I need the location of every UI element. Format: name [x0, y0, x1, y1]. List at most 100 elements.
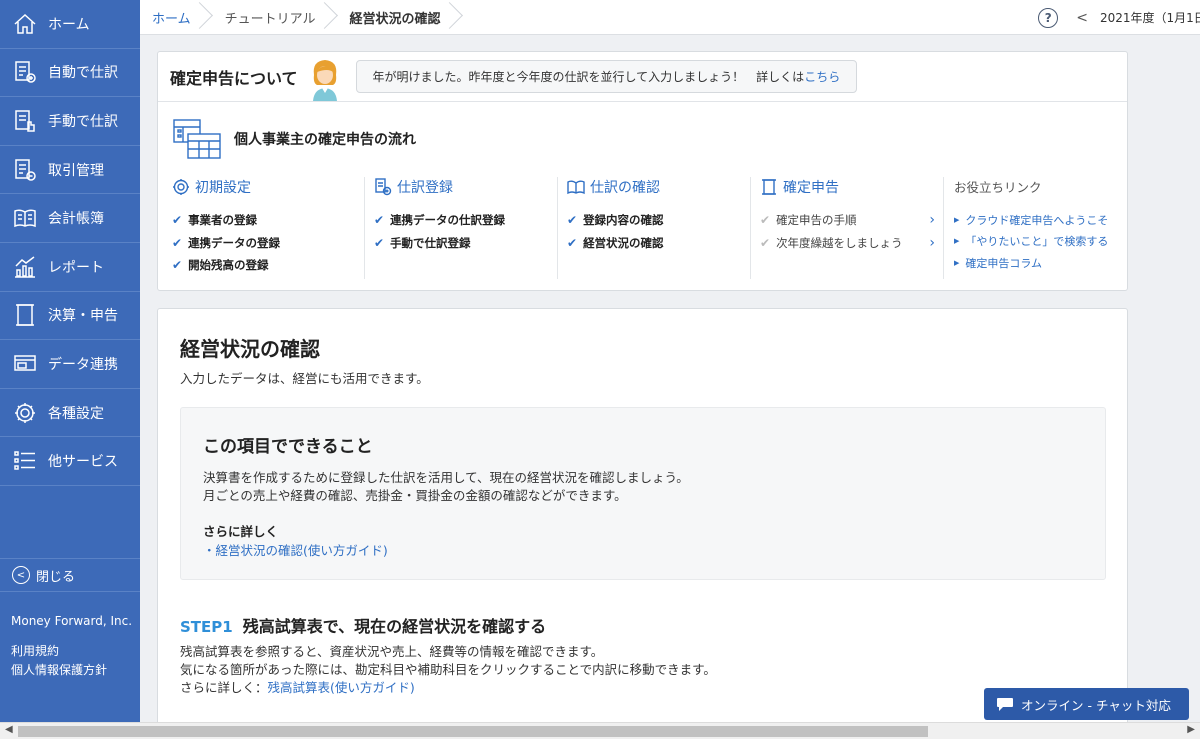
useful-links-title: お役立ちリンク [954, 180, 1042, 195]
prev-year-chevron-icon[interactable]: < [1076, 10, 1088, 26]
scroll-left-icon[interactable]: ◀ [5, 724, 13, 735]
chevron-right-icon: › [929, 212, 935, 229]
task-label: 次年度繰越をしましょう [776, 235, 903, 250]
sidebar-item-data-link[interactable]: データ連携 [0, 340, 140, 389]
flow-title: 個人事業主の確定申告の流れ [234, 132, 416, 148]
sidebar-close-button[interactable]: < 閉じる [0, 558, 140, 592]
book-icon [11, 204, 39, 232]
about-header: 確定申告について 年が明けました。昨年度と今年度の仕訳を並行して入力しましょう！… [158, 52, 1127, 102]
top-bar: ホーム チュートリアル 経営状況の確認 ? < 2021年度（1月1日 [140, 0, 1200, 35]
box-description: 決算書を作成するために登録した仕訳を活用して、現在の経営状況を確認しましょう。 … [203, 469, 689, 505]
sidebar-item-report[interactable]: レポート [0, 243, 140, 292]
check-icon: ✔ [172, 235, 183, 250]
business-status-card: 経営状況の確認 入力したデータは、経営にも活用できます。 この項目でできること … [157, 308, 1128, 739]
flow-column-journal-entry: 仕訳登録 ✔ 連携データの仕訳登録 ✔ 手動で仕訳登録 [365, 177, 558, 279]
check-icon: ✔ [374, 213, 385, 228]
step-line: 残高試算表を参照すると、資産状況や売上、経費等の情報を確認できます。 [180, 644, 604, 659]
sidebar-item-label: ホーム [48, 16, 90, 33]
sidebar-item-settings[interactable]: 各種設定 [0, 389, 140, 438]
column-title-text: 初期設定 [195, 180, 251, 196]
sidebar-item-books[interactable]: 会計帳簿 [0, 194, 140, 243]
step-line: 気になる箇所があった際には、勘定科目や補助科目をクリックすることで内訳に移動でき… [180, 662, 716, 677]
sidebar-item-label: レポート [48, 259, 104, 276]
page-subtitle: 入力したデータは、経営にも活用できます。 [180, 371, 429, 386]
task-label: 経営状況の確認 [583, 235, 664, 250]
task-label: 開始残高の登録 [188, 258, 269, 273]
fiscal-year-label[interactable]: 2021年度（1月1日 [1100, 9, 1200, 26]
task-item[interactable]: ✔ 連携データの仕訳登録 [374, 209, 549, 232]
check-icon: ✔ [760, 213, 771, 228]
task-item[interactable]: ✔ 連携データの登録 [172, 232, 356, 255]
sidebar-item-label: 会計帳簿 [48, 211, 104, 228]
chat-bubble-icon [997, 698, 1013, 711]
tax-return-about-card: 確定申告について 年が明けました。昨年度と今年度の仕訳を並行して入力しましょう！… [157, 51, 1128, 291]
column-title-text: 仕訳の確認 [590, 180, 660, 196]
horizontal-scrollbar[interactable]: ◀ ▶ [0, 722, 1200, 739]
page-title: 経営状況の確認 [180, 337, 320, 361]
gear-icon [173, 179, 189, 195]
book-icon [567, 180, 585, 195]
task-label: 連携データの登録 [188, 235, 281, 250]
terms-link[interactable]: 利用規約 [11, 642, 107, 661]
box-title: この項目でできること [203, 437, 373, 457]
flow-table-icon [173, 119, 221, 159]
useful-link[interactable]: ▶ クラウド確定申告へようこそ [954, 209, 1124, 231]
guide-link[interactable]: ・経営状況の確認(使い方ガイド) [203, 540, 388, 559]
task-item[interactable]: ✔ 経営状況の確認 [567, 232, 742, 255]
transaction-icon [11, 156, 39, 184]
column-title: 仕訳登録 [374, 177, 549, 197]
help-icon[interactable]: ? [1038, 7, 1059, 28]
useful-link[interactable]: ▶ 「やりたいこと」で検索する [954, 231, 1124, 253]
useful-link[interactable]: ▶ 確定申告コラム [954, 252, 1124, 274]
task-item[interactable]: ✔ 確定申告の手順 › [760, 209, 935, 232]
column-title-text: 仕訳登録 [397, 180, 453, 196]
flow-header: 個人事業主の確定申告の流れ [172, 118, 416, 160]
sidebar-item-home[interactable]: ホーム [0, 0, 140, 49]
task-label: 手動で仕訳登録 [390, 235, 471, 250]
sidebar-item-other-services[interactable]: 他サービス [0, 437, 140, 486]
trial-balance-guide-link[interactable]: 残高試算表(使い方ガイド) [268, 680, 415, 695]
task-item[interactable]: ✔ 登録内容の確認 [567, 209, 742, 232]
scrollbar-thumb[interactable] [18, 726, 928, 737]
breadcrumb-current: 経営状況の確認 [338, 0, 463, 35]
check-icon: ✔ [760, 235, 771, 250]
breadcrumb-tutorial[interactable]: チュートリアル [213, 0, 338, 35]
task-item[interactable]: ✔ 事業者の登録 [172, 209, 356, 232]
box-line: 月ごとの売上や経費の確認、売掛金・買掛金の金額の確認などができます。 [203, 488, 627, 503]
report-icon [11, 253, 39, 281]
sidebar-item-tax-return[interactable]: 決算・申告 [0, 292, 140, 341]
tax-return-icon [762, 179, 776, 195]
scroll-right-icon[interactable]: ▶ [1187, 724, 1195, 735]
sidebar-item-label: 他サービス [48, 454, 118, 471]
breadcrumb-home[interactable]: ホーム [140, 0, 213, 35]
manual-journal-icon [11, 107, 39, 135]
sidebar-close-label: 閉じる [36, 569, 76, 585]
column-title-text: 確定申告 [783, 180, 839, 196]
chat-label: オンライン - チャット対応 [1021, 697, 1171, 713]
top-right: ? < 2021年度（1月1日 [1038, 0, 1200, 35]
sidebar-item-transactions[interactable]: 取引管理 [0, 146, 140, 195]
check-icon: ✔ [374, 235, 385, 250]
sidebar-item-label: 取引管理 [48, 162, 104, 179]
column-title: 初期設定 [172, 177, 356, 197]
add-journal-icon [375, 178, 392, 196]
task-item[interactable]: ✔ 手動で仕訳登録 [374, 232, 549, 255]
sidebar-item-manual-journal[interactable]: 手動で仕訳 [0, 97, 140, 146]
sidebar-item-auto-journal[interactable]: 自動で仕訳 [0, 49, 140, 98]
sidebar-item-label: データ連携 [48, 356, 118, 373]
breadcrumb: ホーム チュートリアル 経営状況の確認 [140, 0, 463, 35]
column-title: 仕訳の確認 [567, 177, 742, 197]
privacy-link[interactable]: 個人情報保護方針 [11, 661, 107, 680]
useful-links: お役立ちリンク ▶ クラウド確定申告へようこそ ▶ 「やりたいこと」で検索する ▶ 確… [944, 177, 1124, 279]
tax-return-icon [11, 301, 39, 329]
sidebar-item-label: 自動で仕訳 [48, 65, 118, 82]
task-item[interactable]: ✔ 次年度繰越をしましょう › [760, 232, 935, 255]
announcement-bubble: 年が明けました。昨年度と今年度の仕訳を並行して入力しましょう！ 詳しくはこちら [355, 60, 858, 93]
online-chat-button[interactable]: オンライン - チャット対応 [984, 688, 1189, 720]
task-item[interactable]: ✔ 開始残高の登録 [172, 254, 356, 277]
announcement-text: 年が明けました。昨年度と今年度の仕訳を並行して入力しましょう！ 詳しくは [372, 70, 805, 84]
announcement-link[interactable]: こちら [804, 70, 840, 84]
step-more-prefix: さらに詳しく： [180, 680, 268, 695]
triangle-right-icon: ▶ [954, 237, 960, 246]
link-label: 「やりたいこと」で検索する [965, 235, 1109, 249]
